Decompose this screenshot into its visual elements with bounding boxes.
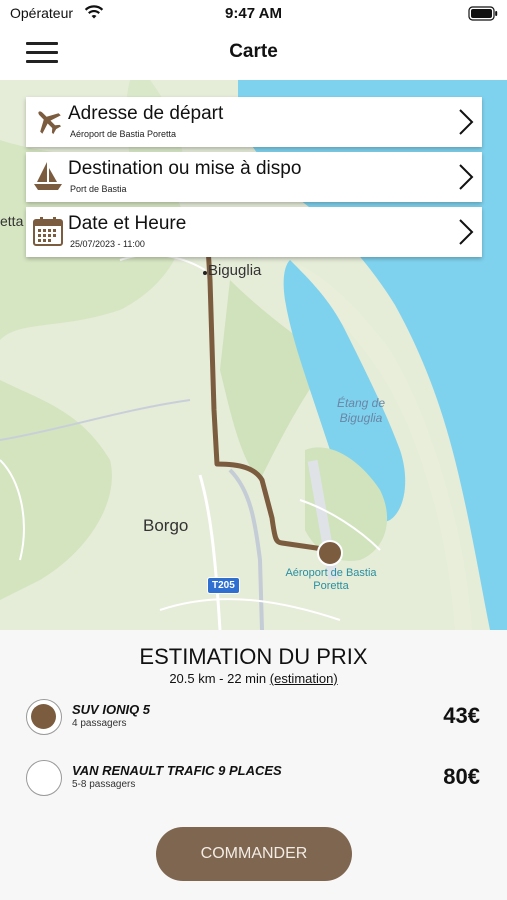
estimate-summary: 20.5 km - 22 min (estimation) bbox=[0, 671, 507, 686]
option-price: 43€ bbox=[443, 703, 480, 728]
chevron-right-icon bbox=[458, 218, 474, 246]
order-button[interactable]: COMMANDER bbox=[156, 827, 352, 881]
option-desc: 4 passagers bbox=[72, 718, 127, 729]
map-label-airport: Aéroport de Bastia Poretta bbox=[285, 567, 377, 592]
sailboat-icon bbox=[32, 160, 64, 192]
chevron-right-icon bbox=[458, 108, 474, 136]
chevron-right-icon bbox=[458, 163, 474, 191]
estimate-panel: ESTIMATION DU PRIX 20.5 km - 22 min (est… bbox=[0, 630, 507, 900]
map-label-borgo: Borgo bbox=[143, 516, 189, 535]
battery-icon bbox=[468, 6, 498, 25]
datetime-subtitle: 25/07/2023 - 11:00 bbox=[70, 239, 145, 249]
airplane-icon bbox=[32, 105, 64, 137]
departure-card[interactable]: Adresse de départ Aéroport de Bastia Por… bbox=[26, 97, 482, 147]
map-label-poretta: etta bbox=[0, 213, 24, 229]
option-suv[interactable]: SUV IONIQ 5 4 passagers 43€ bbox=[26, 697, 486, 737]
nav-bar: Carte bbox=[0, 28, 507, 80]
map-view[interactable]: etta Biguglia Borgo Étang de Biguglia Aé… bbox=[0, 80, 507, 630]
departure-title: Adresse de départ bbox=[68, 103, 224, 124]
page-title: Carte bbox=[229, 41, 278, 62]
option-name: VAN RENAULT TRAFIC 9 PLACES bbox=[72, 763, 282, 778]
destination-card[interactable]: Destination ou mise à dispo Port de Bast… bbox=[26, 152, 482, 202]
distance-time: 20.5 km - 22 min bbox=[169, 671, 267, 686]
radio-unselected[interactable] bbox=[26, 760, 62, 796]
datetime-card[interactable]: Date et Heure 25/07/2023 - 11:00 bbox=[26, 207, 482, 257]
status-time: 9:47 AM bbox=[225, 5, 282, 22]
destination-subtitle: Port de Bastia bbox=[70, 184, 127, 194]
app-screen: Opérateur 9:47 AM Carte etta Biguglia Bo… bbox=[0, 0, 507, 900]
radio-selected[interactable] bbox=[26, 699, 62, 735]
option-name: SUV IONIQ 5 bbox=[72, 702, 151, 717]
option-price: 80€ bbox=[443, 764, 480, 789]
departure-subtitle: Aéroport de Bastia Poretta bbox=[70, 129, 177, 139]
road-badge-t205: T205 bbox=[207, 577, 240, 594]
option-desc: 5-8 passagers bbox=[72, 779, 136, 790]
radio-dot bbox=[31, 704, 56, 729]
map-label-etang: Étang de Biguglia bbox=[336, 396, 386, 425]
estimation-link[interactable]: (estimation) bbox=[270, 671, 338, 686]
estimate-title: ESTIMATION DU PRIX bbox=[139, 644, 368, 669]
destination-title: Destination ou mise à dispo bbox=[68, 158, 302, 179]
datetime-title: Date et Heure bbox=[68, 213, 187, 234]
calendar-icon bbox=[32, 215, 64, 247]
status-bar: Opérateur 9:47 AM bbox=[0, 0, 507, 28]
option-van[interactable]: VAN RENAULT TRAFIC 9 PLACES 5-8 passager… bbox=[26, 758, 486, 798]
map-label-biguglia: Biguglia bbox=[208, 262, 262, 279]
